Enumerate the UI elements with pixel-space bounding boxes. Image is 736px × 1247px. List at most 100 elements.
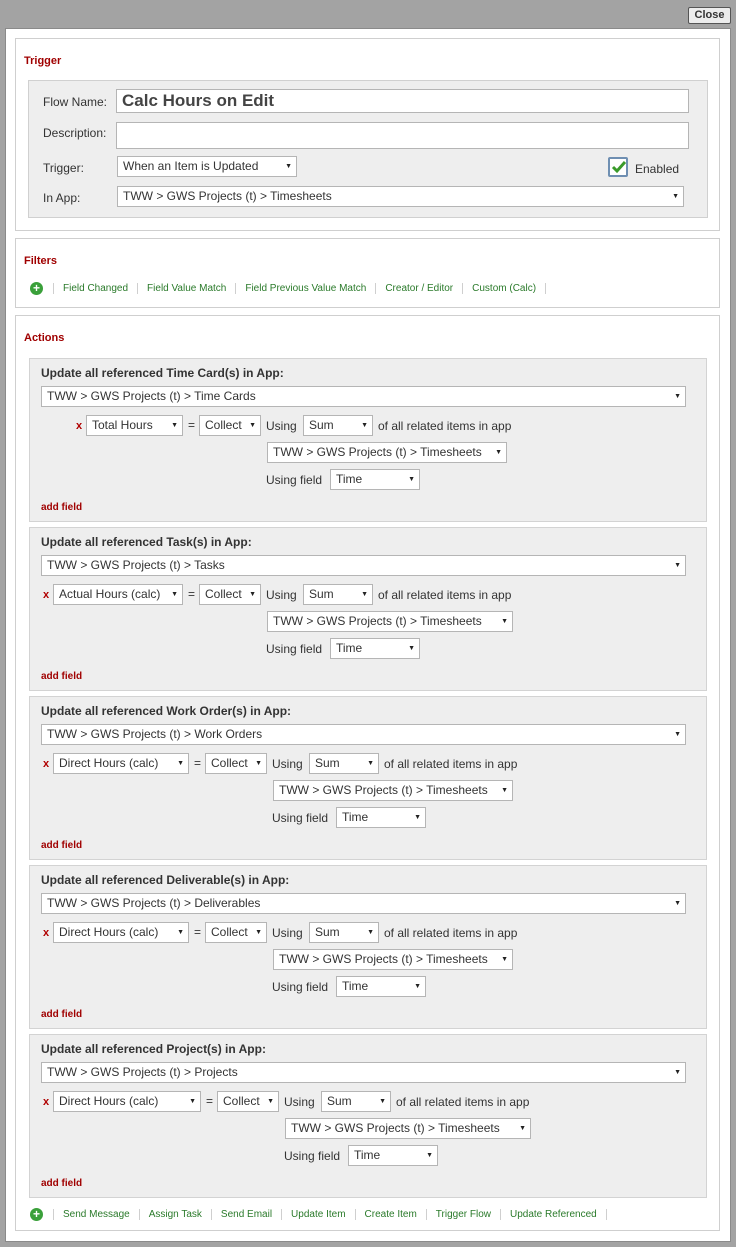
- action-update-referenced[interactable]: Update Referenced: [499, 1208, 607, 1220]
- source-field-select[interactable]: Time: [336, 976, 426, 997]
- target-field-select[interactable]: Direct Hours (calc): [53, 922, 189, 943]
- operation-select[interactable]: Collect: [199, 584, 261, 605]
- add-field-link[interactable]: add field: [41, 840, 82, 851]
- trigger-title: Trigger: [24, 55, 62, 67]
- action-title: Update all referenced Project(s) in App:: [41, 1042, 266, 1056]
- source-field-select[interactable]: Time: [348, 1145, 438, 1166]
- action-links: + Send Message Assign Task Send Email Up…: [30, 1207, 607, 1221]
- equals-sign: =: [206, 1094, 214, 1108]
- operation-select[interactable]: Collect: [199, 415, 261, 436]
- remove-field-button[interactable]: x: [43, 589, 49, 601]
- flow-name-input[interactable]: Calc Hours on Edit: [116, 89, 689, 113]
- add-field-link[interactable]: add field: [41, 502, 82, 513]
- filter-field-value-match[interactable]: Field Value Match: [137, 282, 235, 294]
- filters-panel: Filters + Field Changed Field Value Matc…: [15, 238, 720, 308]
- enabled-checkbox[interactable]: [608, 157, 628, 177]
- action-trigger-flow[interactable]: Trigger Flow: [425, 1208, 500, 1220]
- action-send-message[interactable]: Send Message: [53, 1208, 139, 1220]
- related-items-label: of all related items in app: [384, 757, 518, 771]
- filter-field-previous-value-match[interactable]: Field Previous Value Match: [235, 282, 375, 294]
- filter-custom-calc[interactable]: Custom (Calc): [462, 282, 547, 294]
- in-app-select[interactable]: TWW > GWS Projects (t) > Timesheets: [117, 186, 684, 207]
- related-app-select[interactable]: TWW > GWS Projects (t) > Timesheets: [267, 442, 507, 463]
- related-app-select[interactable]: TWW > GWS Projects (t) > Timesheets: [273, 949, 513, 970]
- target-field-select[interactable]: Total Hours: [86, 415, 183, 436]
- add-field-link[interactable]: add field: [41, 1009, 82, 1020]
- filter-creator-editor[interactable]: Creator / Editor: [375, 282, 462, 294]
- related-items-label: of all related items in app: [378, 419, 512, 433]
- add-field-link[interactable]: add field: [41, 1178, 82, 1189]
- action-title: Update all referenced Time Card(s) in Ap…: [41, 366, 284, 380]
- source-field-select[interactable]: Time: [330, 469, 420, 490]
- target-field-select[interactable]: Direct Hours (calc): [53, 753, 189, 774]
- flow-name-label: Flow Name:: [43, 95, 108, 109]
- action-app-select[interactable]: TWW > GWS Projects (t) > Work Orders: [41, 724, 686, 745]
- equals-sign: =: [194, 756, 202, 770]
- remove-field-button[interactable]: x: [43, 927, 49, 939]
- close-button[interactable]: Close: [688, 7, 731, 24]
- action-block: Update all referenced Deliverable(s) in …: [29, 865, 707, 1029]
- remove-field-button[interactable]: x: [43, 758, 49, 770]
- action-create-item[interactable]: Create Item: [354, 1208, 426, 1220]
- checkmark-icon: [611, 161, 627, 174]
- trigger-panel: Trigger Flow Name: Calc Hours on Edit De…: [15, 38, 720, 231]
- description-label: Description:: [43, 126, 107, 140]
- using-label: Using: [266, 419, 297, 433]
- actions-panel: Actions Update all referenced Time Card(…: [15, 315, 720, 1231]
- action-update-item[interactable]: Update Item: [281, 1208, 354, 1220]
- remove-field-button[interactable]: x: [43, 1096, 49, 1108]
- action-block: Update all referenced Work Order(s) in A…: [29, 696, 707, 860]
- source-field-select[interactable]: Time: [330, 638, 420, 659]
- in-app-label: In App:: [43, 191, 81, 205]
- action-assign-task[interactable]: Assign Task: [138, 1208, 211, 1220]
- related-app-select[interactable]: TWW > GWS Projects (t) > Timesheets: [285, 1118, 531, 1139]
- action-app-select[interactable]: TWW > GWS Projects (t) > Projects: [41, 1062, 686, 1083]
- using-label: Using: [266, 588, 297, 602]
- aggregate-select[interactable]: Sum: [303, 415, 373, 436]
- using-field-label: Using field: [272, 811, 329, 825]
- using-field-label: Using field: [272, 980, 329, 994]
- enabled-label: Enabled: [635, 162, 680, 176]
- action-send-email[interactable]: Send Email: [210, 1208, 281, 1220]
- using-label: Using: [284, 1095, 315, 1109]
- description-input[interactable]: [116, 122, 689, 149]
- using-field-label: Using field: [266, 642, 323, 656]
- trigger-type-select[interactable]: When an Item is Updated: [117, 156, 297, 177]
- remove-field-button[interactable]: x: [76, 420, 82, 432]
- target-field-select[interactable]: Actual Hours (calc): [53, 584, 183, 605]
- using-label: Using: [272, 926, 303, 940]
- related-app-select[interactable]: TWW > GWS Projects (t) > Timesheets: [273, 780, 513, 801]
- aggregate-select[interactable]: Sum: [321, 1091, 391, 1112]
- action-app-select[interactable]: TWW > GWS Projects (t) > Tasks: [41, 555, 686, 576]
- trigger-label: Trigger:: [43, 161, 84, 175]
- action-app-select[interactable]: TWW > GWS Projects (t) > Deliverables: [41, 893, 686, 914]
- equals-sign: =: [194, 925, 202, 939]
- related-items-label: of all related items in app: [396, 1095, 530, 1109]
- action-block: Update all referenced Time Card(s) in Ap…: [29, 358, 707, 522]
- add-field-link[interactable]: add field: [41, 671, 82, 682]
- source-field-select[interactable]: Time: [336, 807, 426, 828]
- related-items-label: of all related items in app: [384, 926, 518, 940]
- filter-links: + Field Changed Field Value Match Field …: [30, 281, 547, 295]
- trigger-form: Flow Name: Calc Hours on Edit Descriptio…: [28, 80, 708, 218]
- operation-select[interactable]: Collect: [205, 753, 267, 774]
- add-action-icon[interactable]: +: [30, 1207, 43, 1221]
- flow-editor-dialog: Trigger Flow Name: Calc Hours on Edit De…: [5, 28, 731, 1242]
- equals-sign: =: [188, 587, 196, 601]
- aggregate-select[interactable]: Sum: [303, 584, 373, 605]
- filter-field-changed[interactable]: Field Changed: [53, 282, 137, 294]
- related-app-select[interactable]: TWW > GWS Projects (t) > Timesheets: [267, 611, 513, 632]
- operation-select[interactable]: Collect: [217, 1091, 279, 1112]
- add-filter-icon[interactable]: +: [30, 281, 43, 295]
- action-app-select[interactable]: TWW > GWS Projects (t) > Time Cards: [41, 386, 686, 407]
- action-block: Update all referenced Project(s) in App:…: [29, 1034, 707, 1198]
- action-title: Update all referenced Task(s) in App:: [41, 535, 252, 549]
- aggregate-select[interactable]: Sum: [309, 753, 379, 774]
- operation-select[interactable]: Collect: [205, 922, 267, 943]
- filters-title: Filters: [24, 255, 58, 267]
- actions-title: Actions: [24, 332, 65, 344]
- equals-sign: =: [188, 418, 196, 432]
- aggregate-select[interactable]: Sum: [309, 922, 379, 943]
- using-field-label: Using field: [284, 1149, 341, 1163]
- target-field-select[interactable]: Direct Hours (calc): [53, 1091, 201, 1112]
